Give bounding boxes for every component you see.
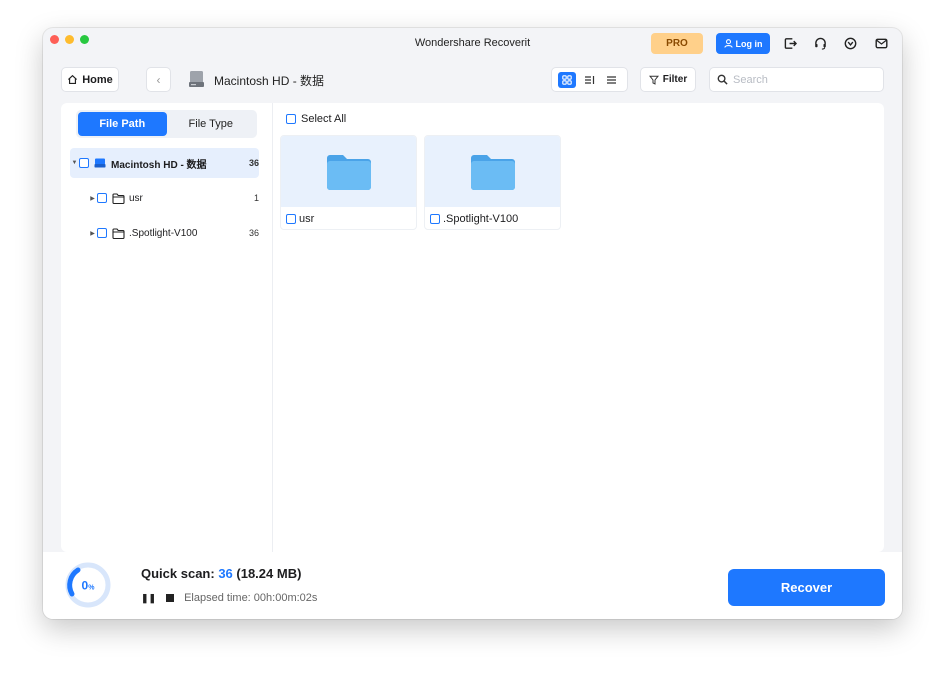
tree-checkbox[interactable] [97,193,107,203]
messages-button[interactable] [871,33,891,53]
detail-list-icon [584,75,595,84]
file-checkbox[interactable] [286,214,296,224]
tree-checkbox[interactable] [79,158,89,168]
file-card-spotlight[interactable]: .Spotlight-V100 [424,135,561,230]
file-name: usr [299,213,315,225]
grid-icon [562,74,572,85]
collapsed-triangle-icon[interactable]: ▶ [88,230,97,237]
shield-icon [844,37,856,49]
grid-view-button[interactable] [558,71,577,88]
login-label: Log in [735,38,763,49]
folder-icon [112,192,125,204]
checkbox[interactable] [286,114,296,124]
tree-item-count: 36 [248,158,259,168]
tree-item-label: usr [129,192,143,204]
export-button[interactable] [780,33,800,53]
support-button[interactable] [810,33,830,53]
tree-item-usr[interactable]: ▶ usr 1 [70,183,259,213]
home-button[interactable]: Home [61,67,119,92]
breadcrumb[interactable]: Macintosh HD - 数据 [214,72,324,89]
export-icon [784,37,797,49]
tree-item-count: 36 [248,228,259,238]
progress-unit: % [88,585,95,592]
select-all-checkbox[interactable]: Select All [286,113,346,125]
tree-item-spotlight[interactable]: ▶ .Spotlight-V100 36 [70,218,259,248]
file-thumbnail [281,136,416,207]
pro-button[interactable]: PRO [651,33,703,54]
collapsed-triangle-icon[interactable]: ▶ [88,195,97,202]
chevron-left-icon: ‹ [156,72,161,87]
file-card-label-row: usr [281,207,416,231]
view-switcher [551,67,628,92]
tree-item-label: .Spotlight-V100 [129,227,198,239]
mail-icon [875,38,887,48]
tab-file-path[interactable]: File Path [78,112,167,136]
scan-summary: Quick scan: 36 (18.24 MB) [141,566,301,581]
file-grid: Select All usr .Spotlight-V100 [274,103,884,552]
filter-button[interactable]: Filter [640,67,696,92]
app-window: Wondershare Recoverit PRO Log in Home ‹ … [43,28,902,619]
progress-ring: 0% [65,562,111,608]
user-icon [723,39,733,48]
hard-drive-icon [189,71,204,87]
expanded-triangle-icon[interactable]: ▼ [70,160,79,166]
scan-size: (18.24 MB) [232,566,302,581]
scan-controls: ❚❚ Elapsed time: 00h:00m:02s [141,592,317,604]
filter-icon [648,75,659,85]
scan-status-bar: 0% Quick scan: 36 (18.24 MB) ❚❚ Elapsed … [43,552,902,619]
folder-icon [470,154,515,190]
svg-text:0%: 0% [82,579,96,593]
tree-item-count: 1 [253,193,259,203]
search-field[interactable] [709,67,884,92]
pause-button[interactable]: ❚❚ [141,593,156,604]
title-bar: Wondershare Recoverit PRO Log in [43,28,902,60]
file-name: .Spotlight-V100 [443,213,519,225]
filter-label: Filter [662,74,688,85]
list-icon [607,75,617,84]
window-title: Wondershare Recoverit [414,37,531,49]
file-card-label-row: .Spotlight-V100 [425,207,560,231]
search-icon [717,74,728,85]
folder-icon [326,154,371,190]
list-view-button[interactable] [603,72,621,88]
sidebar: File Path File Type ▼ Macintosh HD - 数据 … [61,103,273,552]
back-button[interactable]: ‹ [146,67,171,92]
search-input[interactable] [733,73,863,86]
file-checkbox[interactable] [430,214,440,224]
sidebar-tabs: File Path File Type [76,110,257,138]
tree-item-label: Macintosh HD - 数据 [111,159,207,171]
feedback-button[interactable] [840,33,860,53]
file-card-usr[interactable]: usr [280,135,417,230]
headset-icon [814,37,826,50]
home-label: Home [82,73,113,86]
home-icon [68,74,78,85]
detail-list-view-button[interactable] [580,72,598,88]
stop-button[interactable] [166,594,175,602]
drive-icon [94,158,107,169]
file-thumbnail [425,136,560,207]
select-all-label: Select All [301,113,347,125]
login-button[interactable]: Log in [716,33,770,54]
content-panel: File Path File Type ▼ Macintosh HD - 数据 … [61,103,884,552]
folder-icon [112,227,125,239]
tree-checkbox[interactable] [97,228,107,238]
recover-button[interactable]: Recover [728,569,885,606]
scan-count: 36 [218,566,233,581]
scan-prefix: Quick scan: [141,566,219,581]
elapsed-time: Elapsed time: 00h:00m:02s [184,592,318,604]
tree-item-macintosh-hd[interactable]: ▼ Macintosh HD - 数据 36 [70,148,259,178]
tab-file-type[interactable]: File Type [167,112,256,136]
